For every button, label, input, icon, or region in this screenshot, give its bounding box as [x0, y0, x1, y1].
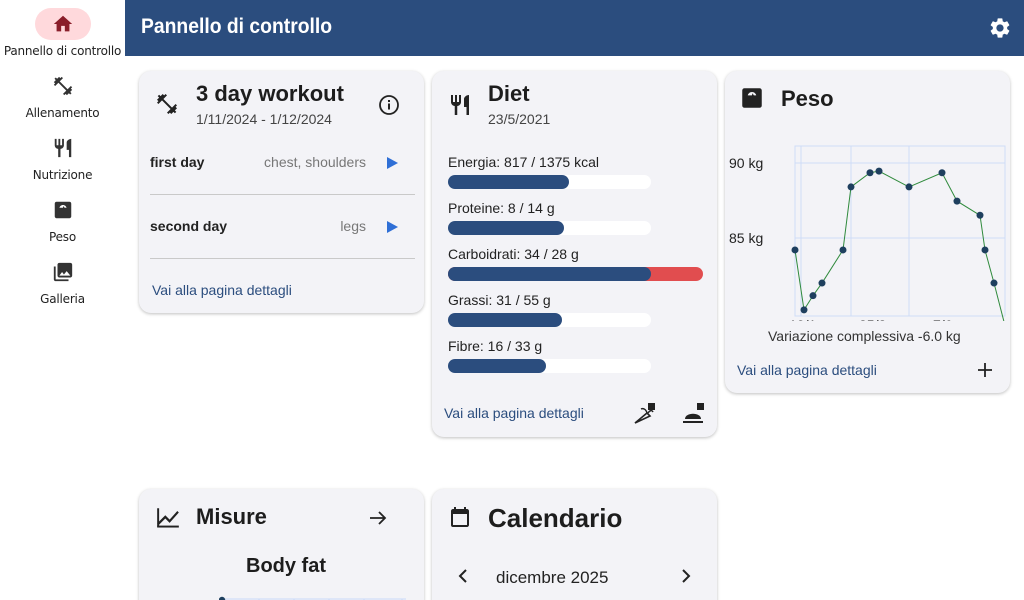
x-tick-label: 10/1 [789, 317, 816, 321]
scale-icon [35, 194, 91, 226]
x-tick-label: 25/3 [859, 317, 886, 321]
nutrient-bar-fill [448, 221, 564, 235]
diet-card: Diet 23/5/2021 Energia: 817 / 1375 kcal P… [432, 71, 717, 437]
weight-data-point [839, 246, 847, 254]
weight-data-point [976, 211, 984, 219]
weight-data-point [981, 246, 989, 254]
chevron-right-icon[interactable] [676, 567, 694, 585]
calendar-card: Calendario dicembre 2025 [432, 489, 717, 600]
app-header: Pannello di controllo [125, 0, 1024, 56]
weight-summary: Variazione complessiva -6.0 kg [768, 328, 961, 344]
arrow-forward-icon[interactable] [366, 506, 390, 530]
play-icon[interactable] [385, 220, 399, 234]
nutrient-label: Carboidrati: 34 / 28 g [448, 246, 579, 262]
nutrient-bar-fill [448, 267, 651, 281]
workout-title: 3 day workout [196, 81, 344, 106]
chevron-left-icon[interactable] [455, 567, 473, 585]
workout-day-name: second day [150, 218, 228, 234]
add-food-icon[interactable] [631, 401, 657, 427]
calendar-title: Calendario [488, 503, 623, 533]
sidebar: Pannello di controllo Allenamento Nutriz… [0, 0, 125, 600]
weight-data-point [800, 306, 808, 314]
workout-day-name: first day [150, 154, 205, 170]
sidebar-item-gallery[interactable]: Galleria [0, 256, 125, 306]
sidebar-item-label: Pannello di controllo [3, 44, 122, 58]
chart-grid-border [794, 145, 1006, 317]
info-icon[interactable] [377, 93, 401, 117]
settings-button[interactable] [988, 16, 1012, 40]
nutrient-label: Grassi: 31 / 55 g [448, 292, 551, 308]
workout-dates: 1/11/2024 - 1/12/2024 [196, 111, 332, 127]
diet-date: 23/5/2021 [488, 111, 551, 127]
gear-icon [990, 18, 1010, 38]
sidebar-item-weight[interactable]: Peso [0, 194, 125, 244]
weight-card: Peso 90 kg 85 kg 10/1 25/3 7/6 Variazione co… [725, 71, 1010, 393]
fork-knife-icon [451, 95, 469, 115]
weight-data-point [875, 167, 883, 175]
workout-day-detail: chest, shoulders [264, 154, 366, 170]
nutrient-label: Proteine: 8 / 14 g [448, 200, 555, 216]
weight-data-point [953, 197, 961, 205]
workout-card: 3 day workout 1/11/2024 - 1/12/2024 firs… [139, 71, 424, 313]
weight-chart: 90 kg 85 kg 10/1 25/3 7/6 [729, 145, 1006, 321]
workout-day-detail: legs [340, 218, 366, 234]
dumbbell-icon [157, 94, 177, 114]
workout-details-link[interactable]: Vai alla pagina dettagli [152, 282, 292, 298]
scale-icon [742, 88, 762, 108]
sidebar-item-nutrition[interactable]: Nutrizione [0, 132, 125, 182]
home-icon [34, 8, 91, 40]
weight-data-point [905, 183, 913, 191]
nutrient-label: Fibre: 16 / 33 g [448, 338, 543, 354]
divider [150, 194, 415, 195]
fork-knife-icon [35, 132, 91, 164]
sidebar-item-workout[interactable]: Allenamento [0, 70, 125, 120]
gallery-icon [35, 256, 91, 288]
weight-data-point [938, 169, 946, 177]
sidebar-item-label: Nutrizione [32, 168, 93, 182]
y-tick-label: 90 kg [729, 155, 763, 171]
y-tick-label: 85 kg [729, 230, 763, 246]
diet-details-link[interactable]: Vai alla pagina dettagli [444, 405, 584, 421]
add-icon[interactable] [975, 360, 995, 380]
weight-data-point [847, 183, 855, 191]
nutrient-bar-fill [448, 175, 569, 189]
sidebar-item-label: Galleria [40, 292, 85, 306]
dashboard-main: 3 day workout 1/11/2024 - 1/12/2024 firs… [125, 56, 1024, 600]
weight-data-point [809, 292, 817, 300]
weight-data-point [990, 279, 998, 287]
weight-title: Peso [781, 86, 834, 111]
nutrient-bar-fill [448, 359, 546, 373]
page-title: Pannello di controllo [141, 15, 333, 38]
trend-chart-icon [157, 508, 179, 528]
calendar-icon [451, 507, 469, 527]
measures-chart-title: Body fat [246, 555, 326, 577]
nutrient-label: Energia: 817 / 1375 kcal [448, 154, 599, 170]
weight-data-point [818, 279, 826, 287]
divider [150, 258, 415, 259]
weight-series-line [794, 170, 1005, 321]
sidebar-item-label: Peso [49, 230, 76, 244]
body-fat-chart [219, 596, 406, 600]
add-meal-icon[interactable] [680, 401, 706, 427]
measures-title: Misure [196, 504, 267, 529]
sidebar-item-dashboard[interactable]: Pannello di controllo [0, 8, 125, 58]
nutrient-bar-fill [448, 313, 562, 327]
weight-data-point [866, 169, 874, 177]
weight-details-link[interactable]: Vai alla pagina dettagli [737, 362, 877, 378]
play-icon[interactable] [385, 156, 399, 170]
calendar-month: dicembre 2025 [496, 568, 609, 587]
diet-title: Diet [488, 81, 530, 106]
sidebar-item-label: Allenamento [25, 106, 100, 120]
weight-data-point [791, 246, 799, 254]
dumbbell-icon [35, 70, 91, 102]
measures-card: Misure Body fat [139, 489, 424, 600]
x-tick-label: 7/6 [933, 317, 953, 321]
